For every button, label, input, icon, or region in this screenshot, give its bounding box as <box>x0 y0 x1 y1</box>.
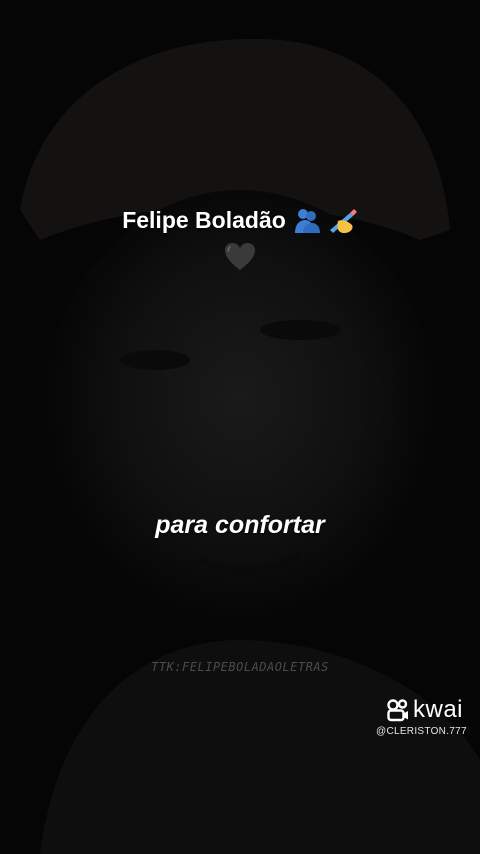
title-text: Felipe Boladão <box>122 207 286 233</box>
black-heart-icon <box>225 243 255 270</box>
video-frame: Felipe Boladão para confortar TTK:FELIPE… <box>0 0 480 854</box>
kwai-user-handle: @CLERISTON.777 <box>376 726 467 737</box>
people-hugging-icon <box>294 209 320 233</box>
kwai-logo: kwai <box>386 696 463 724</box>
lyric-caption: para confortar <box>155 511 325 539</box>
kwai-logo-text: kwai <box>413 696 464 723</box>
heart-line <box>0 242 480 277</box>
tiktok-watermark: TTK:FELIPEBOLADAOLETRAS <box>151 660 329 674</box>
kwai-camera-icon <box>387 699 408 722</box>
writing-hand-icon <box>329 209 357 233</box>
video-title-overlay: Felipe Boladão <box>0 200 480 240</box>
